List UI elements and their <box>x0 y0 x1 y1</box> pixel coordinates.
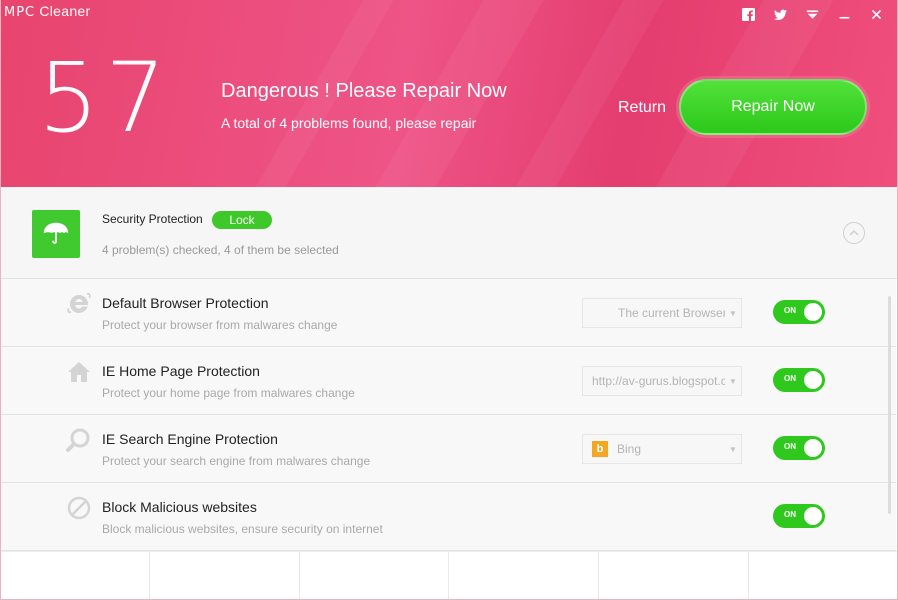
bottom-cell <box>0 552 150 600</box>
list-item: IE Home Page Protection Protect your hom… <box>0 347 896 415</box>
block-websites-toggle[interactable]: ON <box>773 504 825 528</box>
bottom-cell <box>749 552 898 600</box>
section-subtitle: 4 problem(s) checked, 4 of them be selec… <box>102 243 339 257</box>
homepage-protection-toggle[interactable]: ON <box>773 368 825 392</box>
toggle-knob <box>804 439 822 457</box>
homepage-select[interactable]: http://av-gurus.blogspot.com ▼ <box>582 366 742 396</box>
return-button[interactable]: Return <box>618 99 666 117</box>
item-subtitle: Protect your browser from malwares chang… <box>102 318 338 332</box>
list-item: Block Malicious websites Block malicious… <box>0 483 896 551</box>
app-name: Cleaner <box>39 3 91 19</box>
app-logo: MPC <box>4 5 36 20</box>
bottom-panel <box>0 551 898 600</box>
item-subtitle: Block malicious websites, ensure securit… <box>102 522 383 536</box>
app-title: MPC Cleaner <box>4 3 90 20</box>
toggle-knob <box>804 507 822 525</box>
item-title: Default Browser Protection <box>102 295 269 311</box>
repair-now-button[interactable]: Repair Now <box>679 79 867 135</box>
health-score: 57 <box>38 42 173 154</box>
item-title: IE Search Engine Protection <box>102 431 278 447</box>
facebook-icon[interactable] <box>732 4 764 24</box>
toggle-label: ON <box>784 510 796 519</box>
toggle-label: ON <box>784 374 796 383</box>
search-engine-select[interactable]: b Bing ▼ <box>582 434 742 464</box>
search-engine-select-value: Bing <box>617 442 642 456</box>
menu-icon[interactable] <box>796 4 828 24</box>
scrollbar[interactable] <box>888 296 891 514</box>
homepage-select-value: http://av-gurus.blogspot.com <box>592 374 725 388</box>
toggle-label: ON <box>784 306 796 315</box>
toggle-label: ON <box>784 442 796 451</box>
item-title: Block Malicious websites <box>102 499 257 515</box>
list-item: IE Search Engine Protection Protect your… <box>0 415 896 483</box>
search-protection-toggle[interactable]: ON <box>773 436 825 460</box>
bottom-cell <box>599 552 750 600</box>
browser-select-value: The current Browser <box>618 306 725 320</box>
list-item: Default Browser Protection Protect your … <box>0 279 896 347</box>
bottom-cell <box>449 552 600 600</box>
chevron-down-icon: ▼ <box>729 308 737 318</box>
bottom-cell <box>150 552 300 600</box>
header-banner: MPC Cleaner 57 Dangerous ! Please Repair… <box>0 0 898 187</box>
home-icon <box>66 359 92 385</box>
collapse-button[interactable] <box>843 222 865 244</box>
toggle-knob <box>804 303 822 321</box>
status-title: Dangerous ! Please Repair Now <box>221 80 507 102</box>
toggle-knob <box>804 371 822 389</box>
block-icon <box>66 495 92 521</box>
twitter-icon[interactable] <box>764 4 796 24</box>
chevron-down-icon: ▼ <box>729 376 737 386</box>
ie-icon <box>66 291 92 317</box>
status-subtitle: A total of 4 problems found, please repa… <box>221 115 477 131</box>
item-subtitle: Protect your home page from malwares cha… <box>102 386 355 400</box>
item-subtitle: Protect your search engine from malwares… <box>102 454 371 468</box>
bing-icon: b <box>592 441 608 457</box>
browser-select[interactable]: The current Browser ▼ <box>582 298 742 328</box>
chevron-down-icon: ▼ <box>729 444 737 454</box>
item-title: IE Home Page Protection <box>102 363 260 379</box>
bottom-cell <box>300 552 450 600</box>
minimize-icon[interactable] <box>828 4 860 24</box>
umbrella-icon <box>32 210 80 258</box>
lock-badge[interactable]: Lock <box>212 211 272 229</box>
titlebar-controls <box>732 4 892 24</box>
security-protection-section: Security Protection Lock 4 problem(s) ch… <box>0 187 898 279</box>
browser-protection-toggle[interactable]: ON <box>773 300 825 324</box>
section-title: Security Protection <box>102 212 203 226</box>
close-icon[interactable] <box>860 4 892 24</box>
search-icon <box>66 427 92 453</box>
chevron-up-icon <box>849 229 859 236</box>
